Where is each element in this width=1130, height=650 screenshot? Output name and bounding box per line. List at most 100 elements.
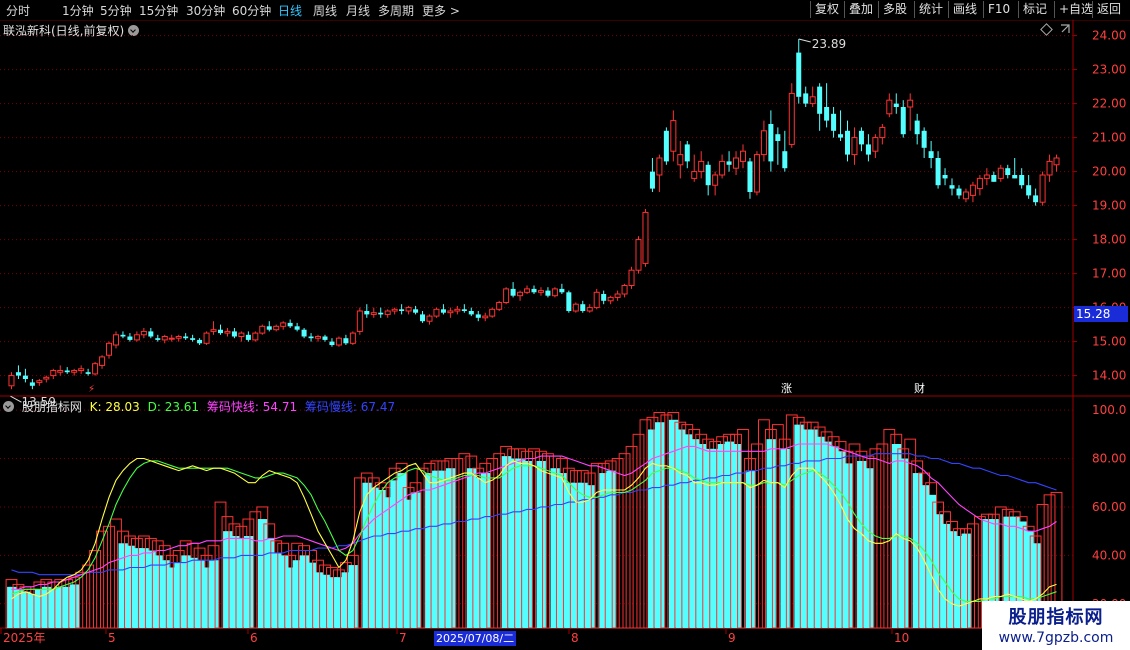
period-2[interactable]: 5分钟 [100, 2, 132, 19]
indicator-bar-fill [766, 439, 776, 628]
indicator-bar-outline [402, 487, 415, 629]
indicator-bar-fill [313, 572, 323, 628]
period-1[interactable]: 1分钟 [62, 2, 94, 19]
tool-button-0[interactable]: 复权 [810, 1, 843, 18]
indicator-bar-outline [925, 482, 938, 629]
candle-body [803, 93, 809, 104]
indicator-bar-outline [806, 421, 819, 629]
candle-body [440, 309, 446, 313]
candle-body [566, 292, 572, 311]
indicator-bar-fill [599, 473, 609, 628]
candle-body [817, 86, 823, 114]
period-3[interactable]: 15分钟 [139, 2, 178, 19]
candle-body [537, 290, 544, 293]
candle-body [1026, 185, 1032, 196]
candle-body [580, 304, 586, 311]
indicator-bar-fill [243, 536, 254, 628]
more-icon[interactable] [1060, 24, 1070, 34]
indicator-bar-fill [891, 444, 902, 628]
candle-body [190, 338, 196, 340]
indicator-bar-outline [730, 433, 742, 629]
tool-button-5[interactable]: F10 [983, 1, 1014, 18]
tool-button-3[interactable]: 统计 [914, 1, 947, 18]
candle-body [155, 338, 161, 340]
period-10[interactable]: 更多 > [422, 2, 460, 19]
indicator-bar-outline [764, 428, 777, 629]
indicator-bar-fill [571, 482, 581, 628]
price-tick-label: 21.00 [1092, 131, 1126, 145]
indicator-bar-outline [423, 462, 436, 629]
period-6[interactable]: 日线 [278, 2, 302, 19]
period-7[interactable]: 周线 [313, 2, 337, 19]
indicator-bar-outline [737, 428, 749, 629]
indicator-bar-outline [695, 433, 708, 629]
cai-marker: 财 [914, 381, 925, 395]
tool-button-2[interactable]: 多股 [878, 1, 911, 18]
indicator-bar-outline [151, 540, 164, 629]
tool-button-7[interactable]: +自选 [1054, 1, 1097, 18]
indicator-bar-fill [940, 523, 950, 628]
indicator-bar-fill [550, 468, 560, 628]
indicator-bar-fill [278, 555, 289, 628]
indicator-bar-fill [808, 429, 818, 628]
stock-chart[interactable]: 24.00 23.00 22.00 21.00 20.00 19.00 18.00 17.00… [0, 0, 1130, 650]
candle-body [928, 151, 934, 158]
indicator-bar-fill [919, 485, 930, 628]
indicator-bar-outline [848, 443, 861, 629]
indicator-bar-fill [432, 470, 442, 628]
indicator-bar-outline [186, 542, 199, 629]
period-8[interactable]: 月线 [346, 2, 370, 19]
indicator-bar-outline [284, 554, 297, 629]
candle-body [433, 308, 440, 317]
indicator-bar-fill [202, 567, 212, 628]
tool-button-1[interactable]: 叠加 [844, 1, 877, 18]
fast-line [11, 443, 1057, 590]
indicator-tick-label: 60.00 [1092, 500, 1126, 514]
indicator-bar-outline [911, 460, 924, 629]
tool-button-8[interactable]: 返回 [1092, 1, 1125, 18]
indicator-bar-fill [926, 494, 937, 628]
candle-body [489, 308, 496, 317]
candle-body [384, 310, 391, 315]
indicator-bar-outline [604, 460, 617, 629]
indicator-bar-outline [437, 460, 450, 629]
indicator-bar-fill [857, 460, 867, 628]
candle-body [420, 314, 426, 322]
period-4[interactable]: 30分钟 [186, 2, 225, 19]
candle-body [43, 376, 50, 380]
indicator-bar-fill [473, 477, 484, 628]
indicator-bar-fill [954, 536, 964, 628]
candle-body [1012, 175, 1018, 179]
period-5[interactable]: 60分钟 [232, 2, 271, 19]
candle-body [29, 382, 35, 386]
indicator-bar-fill [195, 560, 205, 628]
indicator-bar-fill [21, 591, 31, 628]
indicator-bar-outline [792, 416, 805, 629]
diamond-icon[interactable] [1040, 23, 1053, 36]
stock-title[interactable]: 联泓新科(日线,前复权) [3, 22, 140, 39]
indicator-bar-fill [961, 533, 971, 628]
indicator-bar-fill [362, 482, 372, 628]
indicator-bar-fill [480, 473, 491, 628]
indicator-bar-outline [716, 436, 729, 629]
candle-body [942, 175, 948, 179]
indicator-menu-icon[interactable] [3, 401, 14, 412]
indicator-bar-outline [723, 433, 735, 629]
indicator-bar-outline [61, 579, 74, 629]
indicator-bar-fill [508, 458, 518, 628]
candle-body [962, 191, 969, 200]
price-tick-label: 14.00 [1092, 369, 1126, 383]
indicator-bar-outline [374, 482, 387, 629]
indicator-bar-outline [625, 445, 638, 629]
candle-body [364, 311, 370, 315]
dropdown-icon[interactable] [128, 25, 140, 36]
indicator-bar-fill [320, 574, 330, 628]
candle-body [956, 188, 962, 196]
indicator-bar-outline [632, 433, 645, 629]
tool-button-4[interactable]: 画线 [948, 1, 981, 18]
period-0[interactable]: 分时 [6, 2, 30, 19]
indicator-bar-fill [41, 586, 52, 628]
period-9[interactable]: 多周期 [378, 2, 414, 19]
candle-body [628, 269, 635, 287]
tool-button-6[interactable]: 标记 [1018, 1, 1051, 18]
